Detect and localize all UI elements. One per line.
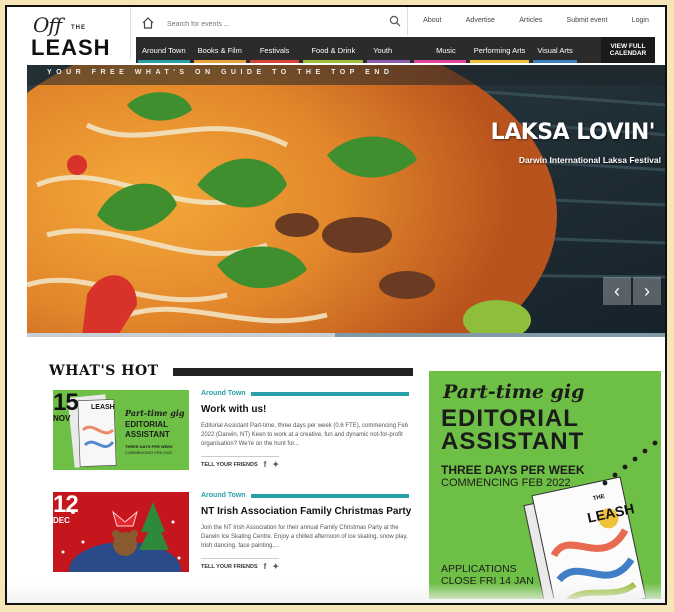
nav-color-bar (193, 60, 246, 63)
thumb-line-3: ASSISTANT (125, 430, 170, 439)
nav-label: Food & Drink (311, 45, 356, 55)
nav-books-film[interactable]: Books & Film (192, 37, 248, 63)
article-category-label[interactable]: Around Town (201, 390, 246, 397)
share-row: TELL YOUR FRIENDS f ✦ (201, 558, 280, 571)
home-button[interactable] (135, 10, 161, 36)
top-links: About Advertise Articles Submit event Lo… (411, 17, 661, 24)
chevron-left-icon: ‹ (614, 280, 620, 301)
nav-visual-arts[interactable]: Visual Arts (531, 37, 578, 63)
calendar-label-1: VIEW FULL (610, 43, 646, 50)
thumb-leash: LEASH (91, 404, 115, 411)
whats-hot-heading: WHAT'S HOT (49, 363, 159, 379)
article-category: Around Town (201, 492, 409, 499)
nav-around-town[interactable]: Around Town (136, 37, 192, 63)
chevron-right-icon: › (644, 280, 650, 301)
nav-music[interactable]: Music (412, 37, 468, 63)
nav-food-drink[interactable]: Food & Drink (301, 37, 365, 63)
article-title[interactable]: NT Irish Association Family Christmas Pa… (201, 506, 411, 517)
view-full-calendar-button[interactable]: VIEW FULL CALENDAR (601, 37, 655, 63)
hero-prev-button[interactable]: ‹ (603, 277, 631, 305)
bottom-fade (7, 583, 665, 603)
main-nav: Around Town Books & Film Festivals Food … (136, 37, 655, 63)
nav-label: Performing Arts (473, 45, 526, 55)
twitter-icon[interactable]: ✦ (272, 562, 279, 571)
share-label: TELL YOUR FRIENDS (201, 563, 258, 570)
thumb-line-4: THREE DAYS PER WEEK (125, 444, 173, 449)
search-input[interactable] (165, 15, 387, 34)
whats-hot-rule (173, 368, 413, 376)
nav-color-bar (303, 60, 364, 63)
nav-festivals[interactable]: Festivals (248, 37, 302, 63)
search-icon[interactable] (389, 15, 401, 27)
job-ad-banner[interactable]: Part-time gig EDITORIAL ASSISTANT THREE … (429, 371, 661, 599)
calendar-label-2: CALENDAR (609, 50, 647, 57)
top-link-advertise[interactable]: Advertise (466, 17, 495, 24)
article-title[interactable]: Work with us! (201, 404, 266, 415)
hero-tagline: YOUR FREE WHAT'S ON GUIDE TO THE TOP END (47, 69, 394, 76)
nav-color-bar (138, 60, 190, 63)
share-label: TELL YOUR FRIENDS (201, 461, 258, 468)
twitter-icon[interactable]: ✦ (272, 460, 279, 469)
thumb-line-1: Part-time gig (125, 408, 185, 418)
nav-color-bar (533, 60, 577, 63)
facebook-icon[interactable]: f (264, 562, 267, 571)
nav-label: Visual Arts (537, 45, 573, 55)
hero-slider[interactable]: YOUR FREE WHAT'S ON GUIDE TO THE TOP END… (27, 65, 665, 337)
hero-next-button[interactable]: › (633, 277, 661, 305)
top-link-login[interactable]: Login (632, 17, 649, 24)
article-day: 12 (53, 491, 79, 518)
nav-color-bar (367, 60, 411, 63)
article-category-label[interactable]: Around Town (201, 492, 246, 499)
hero-progress-fill (27, 333, 336, 337)
site-logo[interactable]: Off THE LEASH (21, 11, 129, 63)
article-item[interactable]: LEASH Part-time gig EDITORIAL ASSISTANT … (49, 390, 411, 475)
thumb-line-2: EDITORIAL (125, 420, 168, 429)
nav-youth[interactable]: Youth (365, 37, 412, 63)
article-category: Around Town (201, 390, 409, 397)
facebook-icon[interactable]: f (264, 460, 267, 469)
nav-color-bar (414, 60, 466, 63)
nav-performing-arts[interactable]: Performing Arts (468, 37, 532, 63)
article-date: 15 NOV (53, 389, 79, 424)
hero-progress-bar (27, 333, 665, 337)
hero-title[interactable]: LAKSA LOVIN' (491, 120, 656, 145)
top-link-submit-event[interactable]: Submit event (567, 17, 608, 24)
article-excerpt: Editorial Assistant Part-time, three day… (201, 423, 409, 447)
article-item[interactable]: 12 DEC Around Town NT Irish Association … (49, 492, 411, 577)
search-bar (165, 13, 405, 34)
article-excerpt: Join the NT Irish Association for their … (201, 525, 408, 549)
top-link-about[interactable]: About (423, 17, 441, 24)
home-icon (142, 17, 154, 29)
nav-label: Books & Film (197, 45, 242, 55)
logo-off: Off (33, 13, 62, 37)
thumb-line-5: COMMENCING FEB 2022 (125, 450, 173, 455)
nav-label: Festivals (259, 45, 290, 55)
share-row: TELL YOUR FRIENDS f ✦ (201, 456, 280, 469)
hero-image (27, 65, 665, 337)
article-day: 15 (53, 389, 79, 416)
page-frame: Off THE LEASH About Advertise Articles S… (5, 5, 667, 605)
category-rule (250, 493, 409, 498)
nav-color-bar (469, 60, 530, 63)
search-divider (407, 7, 408, 35)
hero-subtitle[interactable]: Darwin International Laksa Festival (519, 155, 661, 165)
category-rule (250, 391, 409, 396)
top-link-articles[interactable]: Articles (519, 17, 542, 24)
nav-label: Music (436, 45, 456, 55)
article-date: 12 DEC (53, 491, 79, 526)
nav-label: Youth (373, 45, 393, 55)
ad-applications: APPLICATIONS (441, 563, 517, 575)
logo-the: THE (71, 25, 86, 31)
logo-leash: LEASH (31, 35, 111, 60)
header-divider (130, 7, 131, 59)
nav-color-bar (249, 60, 300, 63)
nav-label: Around Town (142, 45, 186, 55)
